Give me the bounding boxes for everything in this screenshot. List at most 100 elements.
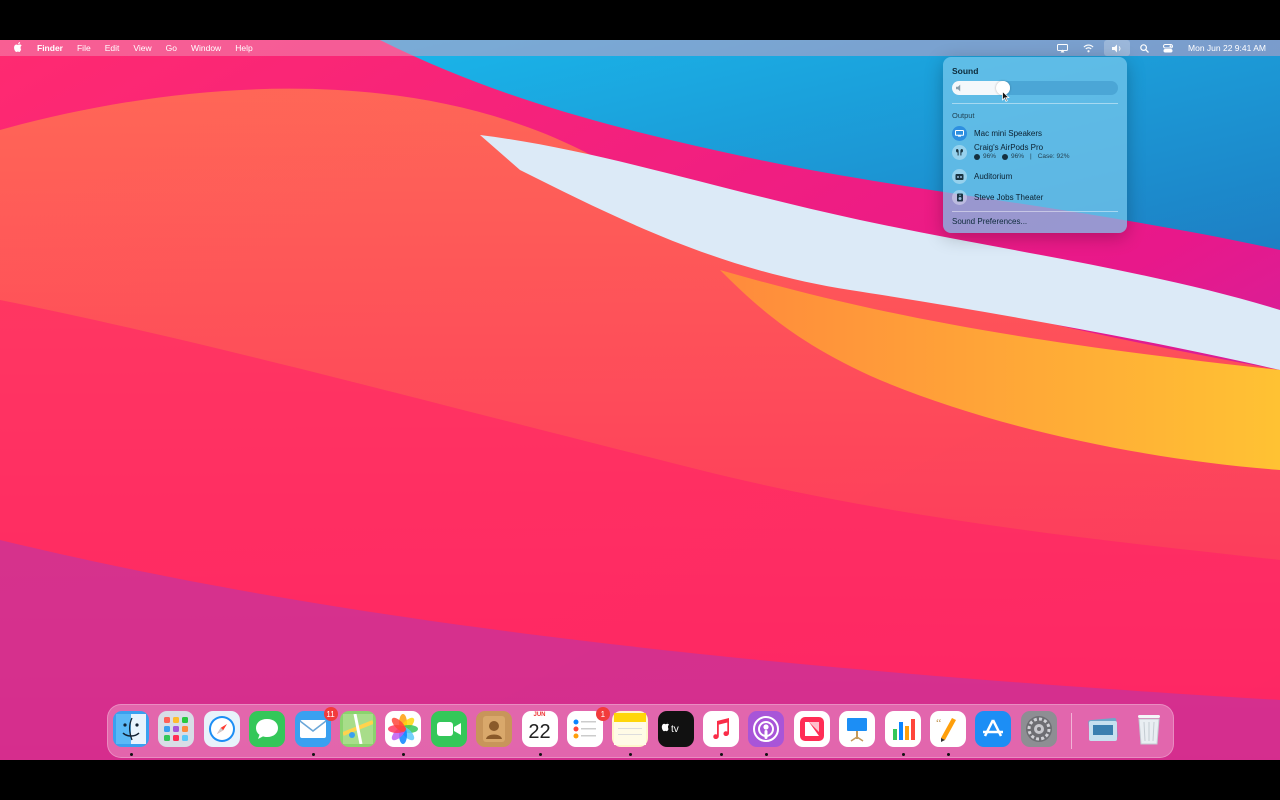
running-indicator [311, 753, 315, 756]
dock-app-music[interactable] [703, 711, 740, 756]
sound-panel-title: Sound [952, 66, 979, 76]
notification-badge: 11 [323, 707, 338, 721]
dock-app-facetime[interactable] [430, 711, 467, 747]
case-battery: Case: 92% [1037, 153, 1070, 160]
system-preferences-icon [1024, 714, 1054, 744]
dock-downloads[interactable] [1085, 711, 1121, 747]
output-device-mac-mini-speakers[interactable]: Mac mini Speakers [952, 126, 1118, 141]
apple-logo-icon[interactable] [14, 42, 23, 54]
launchpad-icon [162, 715, 190, 743]
airpods-icon [952, 145, 967, 160]
downloads-stack-icon [1086, 713, 1120, 745]
running-indicator [629, 753, 633, 756]
wifi-icon[interactable] [1078, 40, 1098, 56]
maps-icon [342, 714, 373, 744]
calendar-month: JUN [533, 712, 546, 718]
dock-app-messages[interactable] [249, 711, 286, 747]
left-battery: 96% [983, 153, 997, 160]
spotlight-search-icon[interactable] [1134, 40, 1154, 56]
running-indicator [402, 753, 406, 756]
dock-app-pages[interactable]: “ [930, 711, 967, 756]
screen-mirroring-icon[interactable] [1052, 40, 1072, 56]
podcasts-icon [752, 715, 780, 743]
dock-app-calendar[interactable]: JUN 22 [521, 711, 558, 756]
control-center-icon[interactable] [1158, 40, 1178, 56]
right-battery: 96% [1011, 153, 1025, 160]
device-name: Craig's AirPods Pro [974, 143, 1044, 152]
running-indicator [720, 753, 724, 756]
display-speaker-icon [952, 126, 967, 141]
output-device-steve-jobs-theater[interactable]: Steve Jobs Theater [952, 190, 1118, 205]
news-icon [798, 715, 826, 743]
mail-icon [299, 719, 327, 739]
numbers-icon [889, 715, 917, 743]
running-indicator [947, 753, 951, 756]
menu-app-name[interactable]: Finder [37, 43, 63, 53]
menu-window[interactable]: Window [191, 43, 221, 53]
dock-app-system-preferences[interactable] [1020, 711, 1057, 747]
left-earbud-icon [974, 153, 980, 160]
right-earbud-icon [1002, 153, 1009, 160]
dock-app-mail[interactable]: 11 [294, 707, 338, 756]
calendar-day: 22 [528, 721, 551, 743]
output-device-auditorium[interactable]: Auditorium [952, 169, 1118, 184]
dock-app-photos[interactable] [385, 711, 422, 756]
dock-app-safari[interactable] [203, 711, 240, 747]
pages-icon: “ [934, 715, 962, 743]
volume-slider[interactable] [952, 81, 1118, 95]
photos-icon [388, 714, 419, 744]
dock-app-finder[interactable] [113, 711, 149, 756]
dock-trash[interactable] [1131, 711, 1167, 747]
dock-app-launchpad[interactable] [158, 711, 195, 747]
svg-text:tv: tv [671, 724, 679, 735]
menu-bar: Finder File Edit View Go Window Help Mon… [0, 40, 1280, 56]
sound-panel: Sound Output Mac mini Speakers Craig's A… [943, 57, 1127, 233]
device-name: Steve Jobs Theater [974, 193, 1044, 202]
dock-app-keynote[interactable] [839, 711, 876, 747]
facetime-icon [436, 720, 462, 738]
dock-app-maps[interactable] [339, 711, 376, 747]
dock-apps: 11 JUN 22 1 tv “ [113, 707, 1066, 756]
output-device-airpods-pro[interactable]: Craig's AirPods Pro 96% 96% | Case: 92% [952, 143, 1118, 160]
device-name: Auditorium [974, 172, 1013, 181]
keynote-icon [843, 715, 871, 743]
device-name: Mac mini Speakers [974, 129, 1043, 138]
letterbox-top [0, 0, 1280, 40]
running-indicator [130, 753, 133, 756]
finder-icon [116, 714, 146, 744]
dock-app-notes[interactable] [612, 711, 649, 756]
volume-icon[interactable] [1104, 40, 1131, 56]
app-store-icon [980, 716, 1006, 742]
apple-tv-icon: tv [661, 722, 691, 736]
music-icon [709, 716, 733, 742]
dock-app-app-store[interactable] [975, 711, 1012, 747]
safari-icon [207, 714, 237, 744]
dock: 11 JUN 22 1 tv “ [107, 704, 1174, 758]
dock-app-contacts[interactable] [476, 711, 513, 747]
dock-app-reminders[interactable]: 1 [566, 707, 610, 747]
battery-divider: | [1030, 153, 1032, 160]
volume-speaker-icon [956, 84, 963, 94]
letterbox-bottom [0, 760, 1280, 800]
dock-app-tv[interactable]: tv [657, 711, 694, 747]
dock-divider [1071, 713, 1072, 749]
trash-icon [1135, 712, 1163, 746]
menu-help[interactable]: Help [235, 43, 252, 53]
speaker-icon [952, 190, 967, 205]
sound-preferences-link[interactable]: Sound Preferences... [952, 217, 1027, 226]
dock-app-news[interactable] [793, 711, 830, 747]
separator [952, 103, 1118, 104]
menubar-clock[interactable]: Mon Jun 22 9:41 AM [1188, 43, 1266, 53]
output-section-label: Output [952, 111, 975, 120]
contacts-icon [481, 715, 507, 743]
menu-file[interactable]: File [77, 43, 91, 53]
dock-app-podcasts[interactable] [748, 711, 785, 756]
dock-app-numbers[interactable] [884, 711, 921, 756]
notes-icon [614, 713, 647, 745]
menu-go[interactable]: Go [166, 43, 177, 53]
running-indicator [765, 753, 769, 756]
notification-badge: 1 [595, 707, 610, 721]
menu-view[interactable]: View [133, 43, 151, 53]
reminders-icon [571, 716, 599, 742]
menu-edit[interactable]: Edit [105, 43, 120, 53]
